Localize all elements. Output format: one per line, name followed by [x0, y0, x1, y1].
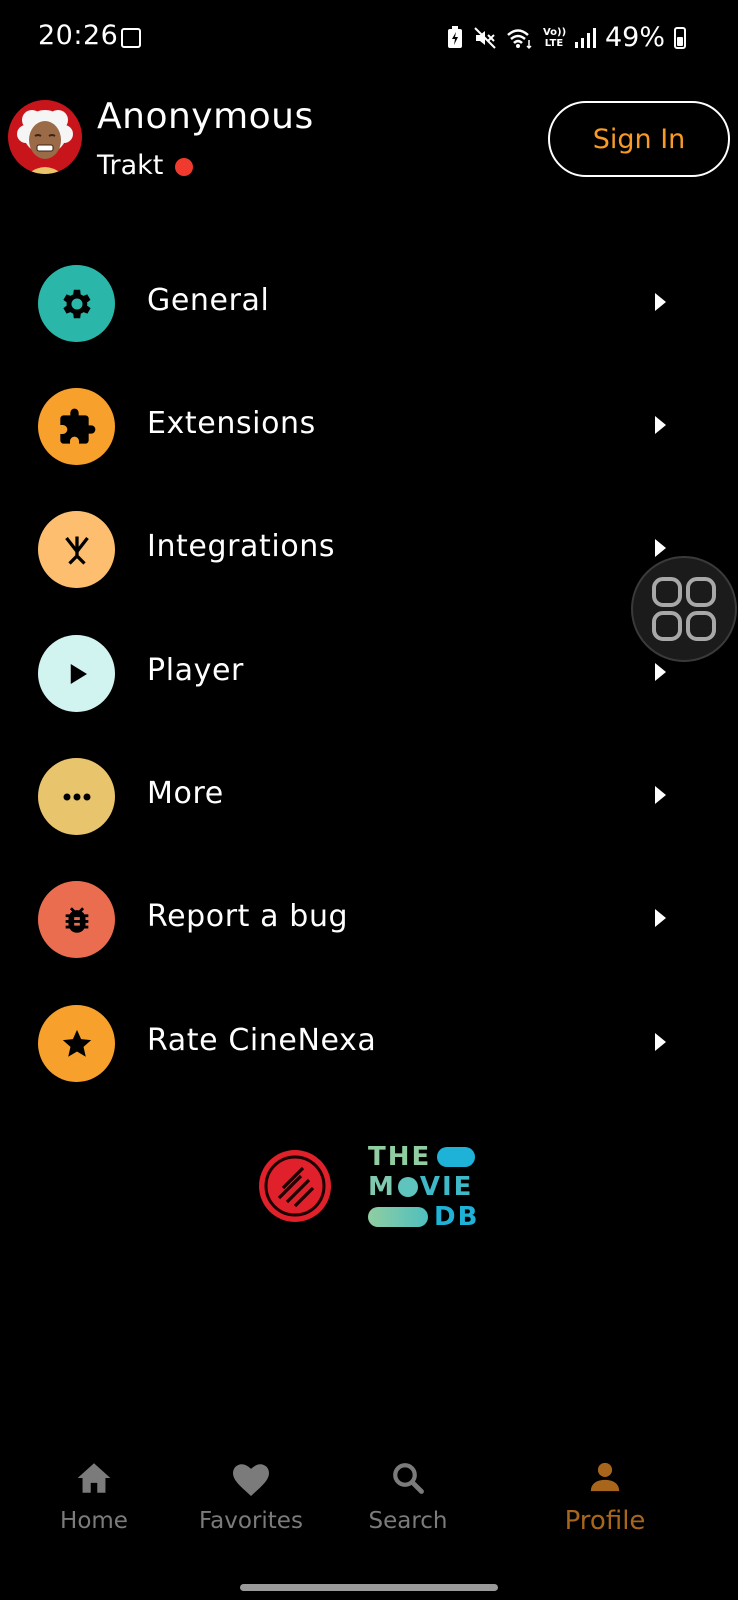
chevron-right-icon [655, 293, 666, 311]
tmdb-text-db: DB [434, 1202, 480, 1232]
nav-label: Search [368, 1508, 448, 1534]
menu-label: Extensions [147, 406, 316, 441]
menu-label: Rate CineNexa [147, 1023, 377, 1058]
menu-item-general[interactable]: General [0, 265, 738, 365]
gear-icon [38, 265, 115, 342]
floating-apps-button[interactable] [631, 556, 737, 662]
chevron-right-icon [655, 539, 666, 557]
menu-item-report-bug[interactable]: Report a bug [0, 881, 738, 981]
menu-label: More [147, 776, 224, 811]
home-icon [77, 1463, 111, 1493]
tmdb-pill-bottom [368, 1207, 428, 1227]
more-icon [38, 758, 115, 835]
nav-home[interactable]: Home [24, 1460, 164, 1534]
mute-icon [474, 26, 496, 49]
trakt-status-dot [175, 158, 193, 176]
menu-label: Player [147, 653, 244, 688]
nav-label: Profile [564, 1506, 646, 1536]
heart-icon [233, 1464, 269, 1496]
chevron-right-icon [655, 1033, 666, 1051]
avatar[interactable] [8, 100, 82, 174]
menu-item-player[interactable]: Player [0, 635, 738, 735]
nav-favorites[interactable]: Favorites [181, 1460, 321, 1534]
battery-percentage: 49% [604, 22, 665, 53]
merge-icon [38, 511, 115, 588]
status-time: 20:26 [38, 20, 119, 51]
tmdb-pill-top [437, 1147, 476, 1167]
tmdb-text-vie: VIE [419, 1172, 474, 1202]
menu-label: General [147, 283, 270, 318]
search-icon [393, 1463, 424, 1494]
chevron-right-icon [655, 786, 666, 804]
tmdb-dot [397, 1177, 418, 1197]
chevron-right-icon [655, 909, 666, 927]
sign-in-button[interactable]: Sign In [548, 101, 730, 177]
home-indicator[interactable] [240, 1584, 498, 1591]
menu-label: Report a bug [147, 899, 349, 934]
trakt-logo[interactable] [257, 1148, 333, 1228]
chevron-right-icon [655, 663, 666, 681]
nav-profile[interactable]: Profile [535, 1460, 675, 1536]
wifi-icon [507, 28, 532, 49]
volte-indicator: Vo)) LTE [542, 26, 567, 49]
nav-label: Favorites [199, 1508, 303, 1534]
user-name: Anonymous [97, 96, 314, 137]
menu-item-extensions[interactable]: Extensions [0, 388, 738, 488]
signal-icon [574, 27, 596, 48]
battery-icon [674, 26, 686, 49]
menu-item-more[interactable]: More [0, 758, 738, 858]
menu-item-rate-app[interactable]: Rate CineNexa [0, 1005, 738, 1105]
tmdb-text-the: THE [368, 1142, 432, 1172]
gallery-notification-icon [121, 28, 141, 48]
bug-icon [38, 881, 115, 958]
nav-search[interactable]: Search [338, 1460, 478, 1534]
play-icon [38, 635, 115, 712]
nav-label: Home [60, 1508, 128, 1534]
menu-item-integrations[interactable]: Integrations [0, 511, 738, 611]
battery-saver-icon [447, 25, 462, 48]
grid-icon [652, 577, 716, 641]
tmdb-text-m: M [368, 1172, 396, 1202]
trakt-status-label: Trakt [97, 150, 164, 181]
puzzle-icon [38, 388, 115, 465]
menu-label: Integrations [147, 529, 336, 564]
star-icon [38, 1005, 115, 1082]
tmdb-logo[interactable]: THE M VIE DB [368, 1142, 479, 1232]
status-icons: Vo)) LTE 49% [446, 22, 686, 53]
chevron-right-icon [655, 416, 666, 434]
person-icon [590, 1462, 620, 1492]
